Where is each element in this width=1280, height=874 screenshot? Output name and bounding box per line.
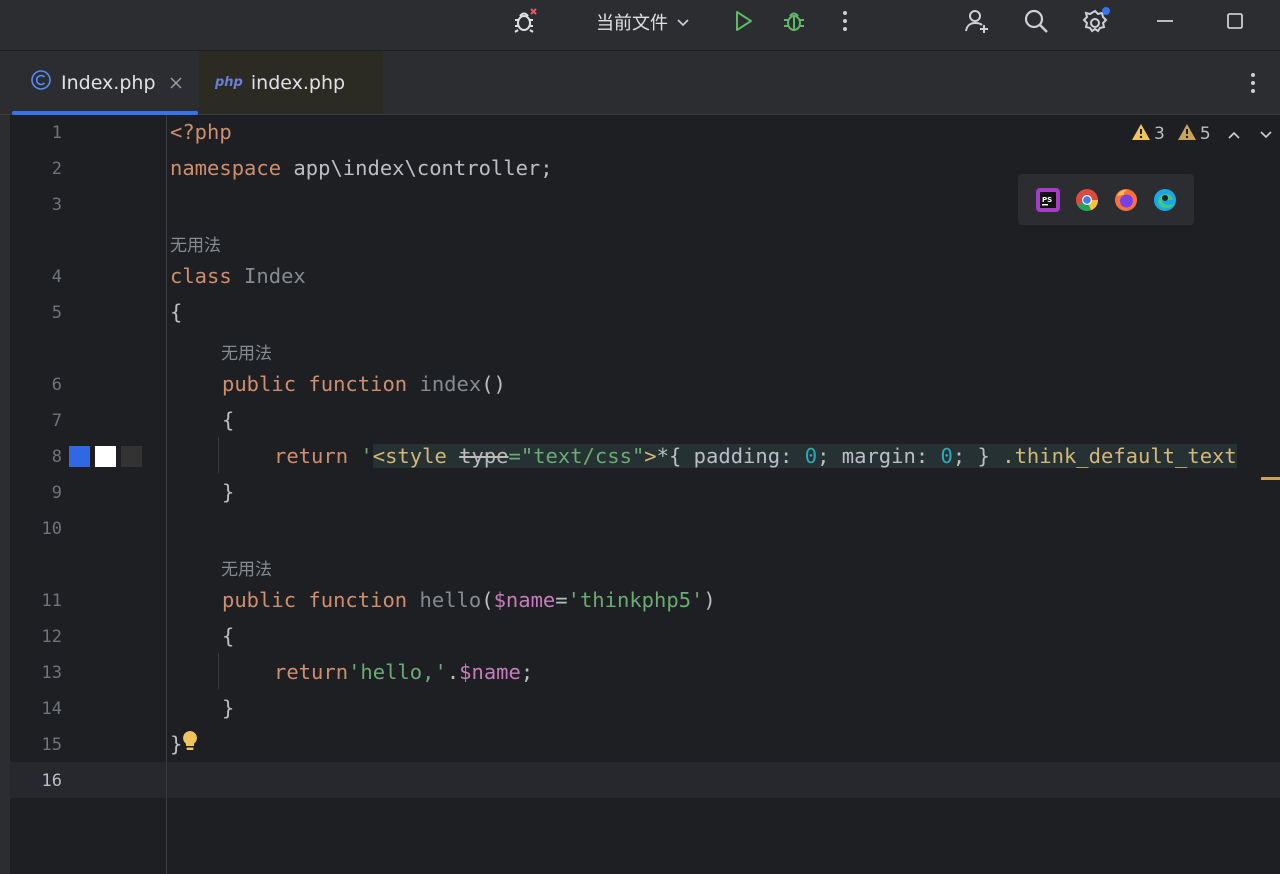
phpstorm-icon[interactable]: PS — [1035, 187, 1061, 213]
code-line-4: class Index — [170, 264, 306, 288]
minimize-icon[interactable] — [1150, 6, 1180, 36]
edge-icon[interactable] — [1152, 187, 1178, 213]
gutter-divider — [166, 115, 167, 874]
code-line-11: public function hello($name='thinkphp5') — [222, 588, 716, 612]
color-swatch-dark[interactable] — [121, 446, 142, 467]
color-swatch-white[interactable] — [95, 446, 116, 467]
line-number: 4 — [51, 267, 62, 287]
more-vertical-icon[interactable] — [1242, 68, 1264, 98]
svg-text:PS: PS — [1042, 196, 1052, 204]
warning-count: 3 — [1154, 124, 1165, 144]
indent-guide — [218, 653, 219, 689]
close-icon[interactable] — [170, 72, 182, 94]
inspection-widget[interactable]: 3 5 — [1131, 123, 1273, 145]
tab-index-class[interactable]: Index.php — [12, 51, 198, 115]
debug-icon[interactable] — [779, 6, 809, 36]
line-number: 6 — [51, 375, 62, 395]
line-number: 3 — [51, 195, 62, 215]
code-editor[interactable]: 1 2 3 4 5 6 7 8 9 10 11 12 13 14 15 16 <… — [0, 115, 1280, 874]
tab-label: Index.php — [61, 71, 156, 94]
error-stripe-marker[interactable] — [1261, 477, 1280, 480]
warning-icon — [1131, 123, 1151, 145]
weak-warning-icon — [1177, 123, 1197, 145]
code-line-13: return'hello,'.$name; — [274, 660, 534, 684]
maximize-icon[interactable] — [1220, 6, 1250, 36]
settings-icon[interactable] — [1077, 4, 1113, 38]
chrome-icon[interactable] — [1074, 187, 1100, 213]
run-config-selector[interactable]: 当前文件 — [596, 8, 690, 36]
code-line-9: } — [222, 480, 235, 504]
color-swatch-blue[interactable] — [69, 446, 90, 467]
title-bar: 当前文件 — [0, 0, 1280, 51]
indent-guide — [218, 437, 219, 473]
code-line-1: <?php — [170, 120, 232, 144]
weak-warning-count: 5 — [1199, 124, 1211, 144]
firefox-icon[interactable] — [1113, 187, 1139, 213]
debug-stopped-icon[interactable] — [508, 4, 542, 38]
usage-hint[interactable]: 无用法 — [170, 231, 221, 256]
line-number: 12 — [41, 627, 62, 647]
line-number: 2 — [51, 159, 62, 179]
chevron-up-icon[interactable] — [1227, 125, 1241, 144]
current-line-highlight — [10, 762, 1280, 798]
run-config-label: 当前文件 — [596, 13, 668, 34]
line-number: 1 — [51, 123, 62, 143]
tab-index-php[interactable]: php index.php — [199, 51, 383, 114]
class-icon — [30, 69, 52, 96]
run-icon[interactable] — [728, 6, 758, 36]
chevron-down-icon — [676, 13, 690, 32]
line-number: 14 — [41, 699, 62, 719]
line-number: 11 — [41, 591, 62, 611]
code-line-12: { — [222, 624, 235, 648]
search-icon[interactable] — [1019, 4, 1053, 38]
line-number: 9 — [51, 483, 62, 503]
line-number: 7 — [51, 411, 62, 431]
editor-tab-bar: Index.php php index.php — [0, 51, 1280, 115]
line-number: 15 — [41, 735, 62, 755]
line-number: 16 — [41, 771, 62, 791]
code-line-6: public function index() — [222, 372, 506, 396]
more-vertical-icon[interactable] — [832, 6, 858, 36]
line-number: 13 — [41, 663, 62, 683]
browser-popup: PS — [1018, 174, 1194, 225]
lightbulb-icon[interactable] — [181, 729, 201, 753]
code-line-8: return '<style type="text/css">*{ paddin… — [274, 444, 1237, 468]
line-number: 5 — [51, 303, 62, 323]
code-line-7: { — [222, 408, 235, 432]
line-number: 10 — [41, 519, 62, 539]
usage-hint[interactable]: 无用法 — [221, 555, 272, 580]
code-line-14: } — [222, 696, 235, 720]
php-file-icon: php — [215, 75, 243, 90]
tab-label: index.php — [250, 71, 346, 94]
chevron-down-icon[interactable] — [1259, 125, 1273, 144]
usage-hint[interactable]: 无用法 — [221, 339, 272, 364]
code-line-2: namespace app\index\controller; — [170, 156, 553, 180]
line-number: 8 — [51, 447, 62, 467]
add-user-icon[interactable] — [960, 4, 994, 38]
code-line-5: { — [170, 300, 183, 324]
